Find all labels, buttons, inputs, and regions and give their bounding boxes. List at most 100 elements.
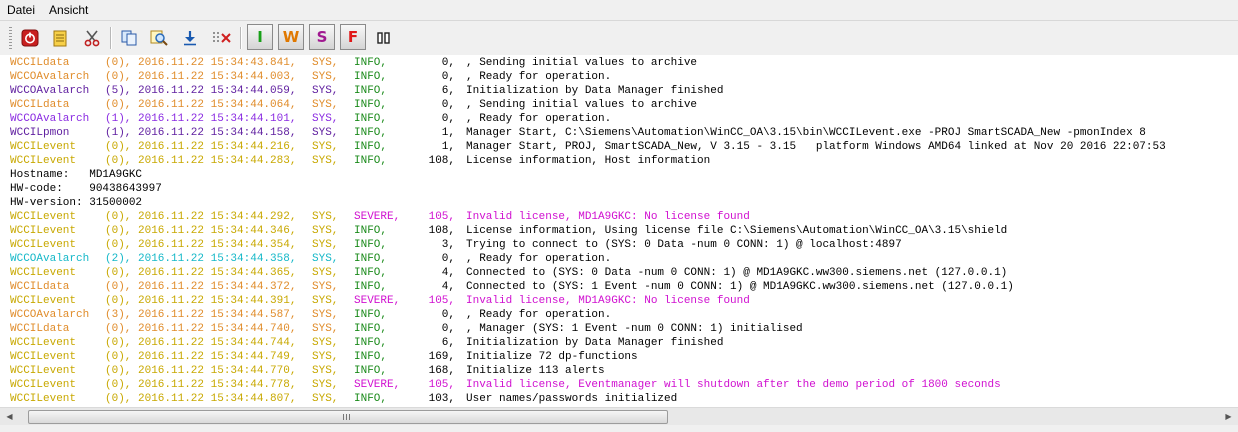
log-timestamp: 2016.11.22 15:34:44.807, xyxy=(138,393,297,405)
log-timestamp: 2016.11.22 15:34:44.283, xyxy=(138,155,297,167)
log-message: , Sending initial values to archive xyxy=(466,57,698,69)
log-system: SYS, xyxy=(312,379,339,391)
scroll-thumb[interactable] xyxy=(28,410,668,424)
log-manager-num: (0), xyxy=(105,379,132,391)
log-manager-num: (0), xyxy=(105,281,132,293)
log-message: License information, Using license file … xyxy=(466,225,1008,237)
log-code: 169, xyxy=(428,351,455,363)
log-timestamp: 2016.11.22 15:34:43.841, xyxy=(138,57,297,69)
log-timestamp: 2016.11.22 15:34:44.292, xyxy=(138,211,297,223)
scroll-left-button[interactable]: ◀ xyxy=(2,409,17,424)
log-severity: INFO, xyxy=(354,155,388,167)
level-warning-label: W xyxy=(282,28,300,46)
menu-ansicht[interactable]: Ansicht xyxy=(42,0,95,20)
log-message: Initialization by Data Manager finished xyxy=(466,85,724,97)
log-manager-name: WCCILevent xyxy=(10,141,77,153)
toolbar-grip[interactable] xyxy=(9,27,12,49)
log-severity: INFO, xyxy=(354,351,388,363)
log-timestamp: 2016.11.22 15:34:44.391, xyxy=(138,295,297,307)
log-manager-name: WCCILdata xyxy=(10,99,70,111)
log-manager-name: WCCILevent xyxy=(10,225,77,237)
log-output[interactable]: WCCILdata (0), 2016.11.22 15:34:43.841, SYS… xyxy=(0,55,1238,407)
find-button[interactable] xyxy=(147,26,171,50)
log-message: , Ready for operation. xyxy=(466,253,612,265)
log-manager-name: WCCOAvalarch xyxy=(10,253,90,265)
notepad-icon xyxy=(51,29,69,47)
arrow-left-icon: ◀ xyxy=(6,412,13,421)
log-severity: INFO, xyxy=(354,281,388,293)
log-code: 0, xyxy=(441,71,455,83)
log-timestamp: 2016.11.22 15:34:44.101, xyxy=(138,113,297,125)
log-manager-name: WCCOAvalarch xyxy=(10,85,90,97)
log-manager-name: WCCILdata xyxy=(10,323,70,335)
log-system: SYS, xyxy=(312,155,339,167)
log-timestamp: 2016.11.22 15:34:44.770, xyxy=(138,365,297,377)
columns-icon xyxy=(376,30,392,46)
log-severity: INFO, xyxy=(354,393,388,405)
log-manager-num: (0), xyxy=(105,267,132,279)
scroll-right-button[interactable]: ▶ xyxy=(1221,409,1236,424)
log-system: SYS, xyxy=(312,267,339,279)
log-timestamp: 2016.11.22 15:34:44.003, xyxy=(138,71,297,83)
grip-icon xyxy=(343,414,350,420)
delete-button[interactable] xyxy=(210,26,234,50)
toolbar: I W S F xyxy=(0,21,1238,56)
find-icon xyxy=(150,29,168,47)
log-message: Manager Start, C:\Siemens\Automation\Win… xyxy=(466,127,1146,139)
log-system: SYS, xyxy=(312,239,339,251)
log-system: SYS, xyxy=(312,127,339,139)
delete-icon xyxy=(212,29,232,47)
log-manager-num: (0), xyxy=(105,239,132,251)
save-down-button[interactable] xyxy=(178,26,202,50)
log-system: SYS, xyxy=(312,113,339,125)
log-code: 6, xyxy=(441,85,455,97)
log-plain-text: HW-code: 90438643997 xyxy=(10,183,162,195)
log-code: 105, xyxy=(428,379,455,391)
menu-datei[interactable]: Datei xyxy=(0,0,42,20)
log-plain-text: HW-version: 31500002 xyxy=(10,197,143,209)
log-timestamp: 2016.11.22 15:34:44.064, xyxy=(138,99,297,111)
log-system: SYS, xyxy=(312,57,339,69)
level-severe-toggle[interactable]: S xyxy=(309,24,335,50)
log-message: Initialize 113 alerts xyxy=(466,365,605,377)
log-severity: SEVERE, xyxy=(354,295,401,307)
horizontal-scrollbar[interactable]: ◀ ▶ xyxy=(0,407,1238,425)
log-severity: INFO, xyxy=(354,309,388,321)
log-message: License information, Host information xyxy=(466,155,711,167)
log-system: SYS, xyxy=(312,351,339,363)
columns-button[interactable] xyxy=(372,26,396,50)
notepad-button[interactable] xyxy=(48,26,72,50)
log-timestamp: 2016.11.22 15:34:44.059, xyxy=(138,85,297,97)
log-message: Initialize 72 dp-functions xyxy=(466,351,638,363)
log-severity: INFO, xyxy=(354,323,388,335)
log-message: Trying to connect to (SYS: 0 Data -num 0… xyxy=(466,239,902,251)
level-info-toggle[interactable]: I xyxy=(247,24,273,50)
log-severity: INFO, xyxy=(354,253,388,265)
log-manager-num: (0), xyxy=(105,57,132,69)
copy-button[interactable] xyxy=(117,26,141,50)
log-manager-num: (0), xyxy=(105,393,132,405)
log-timestamp: 2016.11.22 15:34:44.744, xyxy=(138,337,297,349)
level-warning-toggle[interactable]: W xyxy=(278,24,304,50)
log-manager-num: (0), xyxy=(105,211,132,223)
log-severity: INFO, xyxy=(354,85,388,97)
log-manager-name: WCCILevent xyxy=(10,211,77,223)
log-timestamp: 2016.11.22 15:34:44.358, xyxy=(138,253,297,265)
log-manager-name: WCCOAvalarch xyxy=(10,71,90,83)
log-timestamp: 2016.11.22 15:34:44.354, xyxy=(138,239,297,251)
log-severity: INFO, xyxy=(354,99,388,111)
log-manager-num: (0), xyxy=(105,365,132,377)
log-manager-name: WCCILevent xyxy=(10,239,77,251)
log-manager-name: WCCILpmon xyxy=(10,127,70,139)
log-code: 6, xyxy=(441,337,455,349)
cut-button[interactable] xyxy=(80,26,104,50)
log-code: 4, xyxy=(441,267,455,279)
log-manager-num: (0), xyxy=(105,351,132,363)
log-severity: INFO, xyxy=(354,127,388,139)
power-button[interactable] xyxy=(18,26,42,50)
level-severe-label: S xyxy=(316,28,328,46)
log-plain-text: Hostname: MD1A9GKC xyxy=(10,169,143,181)
level-fatal-toggle[interactable]: F xyxy=(340,24,366,50)
log-code: 0, xyxy=(441,57,455,69)
log-manager-num: (0), xyxy=(105,225,132,237)
